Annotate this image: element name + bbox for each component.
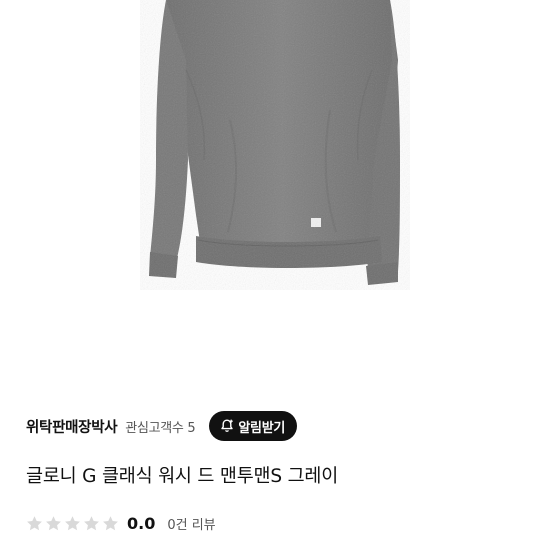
bell-plus-icon xyxy=(221,419,234,432)
star-icon xyxy=(84,515,99,530)
seller-row: 위탁판매장박사 관심고객수 5 알림받기 xyxy=(26,411,298,441)
alert-button-label: 알림받기 xyxy=(238,420,286,436)
review-count-link[interactable]: 0건 리뷰 xyxy=(167,514,215,533)
star-icon xyxy=(27,515,42,530)
rating-value: 0.0 xyxy=(127,513,156,533)
star-icon xyxy=(65,515,80,530)
alert-subscribe-button[interactable]: 알림받기 xyxy=(209,411,298,441)
followers-count: 관심고객수 5 xyxy=(125,420,196,436)
star-icon xyxy=(103,515,118,530)
star-rating xyxy=(26,515,121,532)
rating-row: 0.0 0건 리뷰 xyxy=(26,511,216,535)
product-title: 글로니 G 클래식 워시 드 맨투맨S 그레이 xyxy=(26,466,339,487)
product-image xyxy=(140,0,410,290)
seller-name[interactable]: 위탁판매장박사 xyxy=(26,416,118,437)
star-icon xyxy=(46,515,61,530)
